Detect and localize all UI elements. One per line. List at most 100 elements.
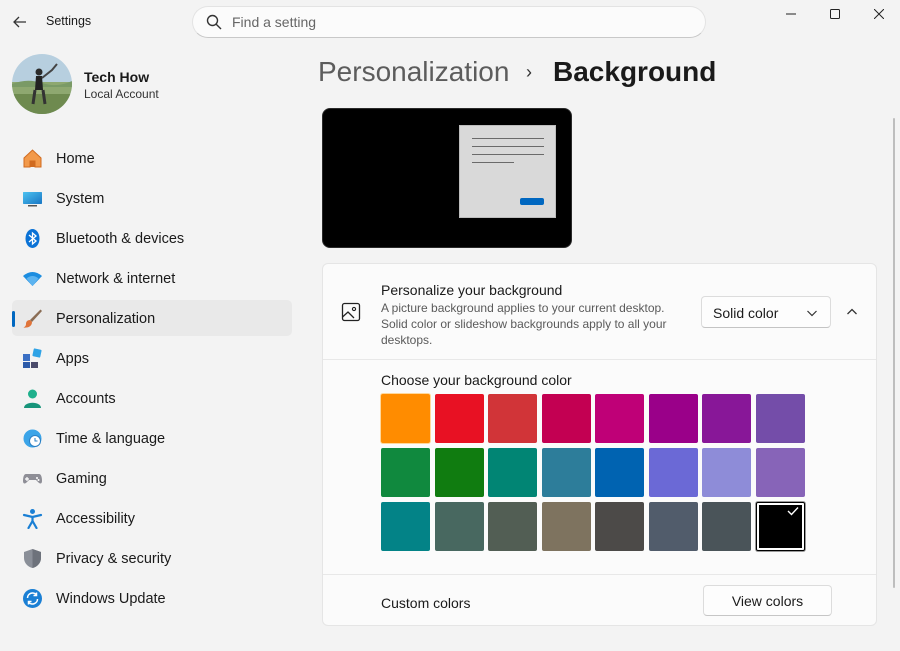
sidebar-item-accounts[interactable]: Accounts xyxy=(12,380,292,416)
color-swatch[interactable] xyxy=(541,502,591,551)
scrollbar[interactable] xyxy=(893,118,895,588)
sidebar-item-bluetooth[interactable]: Bluetooth & devices xyxy=(12,220,292,256)
preview-line xyxy=(472,146,544,147)
page-title: Background xyxy=(553,56,717,87)
color-swatch[interactable] xyxy=(595,394,644,443)
sidebar-item-personalization[interactable]: Personalization xyxy=(12,300,292,336)
breadcrumb-separator: › xyxy=(526,62,532,82)
collapse-button[interactable] xyxy=(839,300,865,324)
avatar[interactable] xyxy=(12,54,72,114)
bluetooth-icon xyxy=(25,229,40,248)
color-swatch[interactable] xyxy=(595,502,644,551)
picture-icon xyxy=(341,302,361,322)
color-swatch[interactable] xyxy=(434,502,484,551)
back-button[interactable] xyxy=(8,8,32,36)
title-bar: Settings xyxy=(0,0,900,44)
sidebar-item-label: Network & internet xyxy=(56,271,176,287)
color-swatch[interactable] xyxy=(381,394,430,443)
custom-colors-label: Custom colors xyxy=(381,595,471,611)
view-colors-button[interactable]: View colors xyxy=(703,585,832,616)
avatar-image xyxy=(12,54,72,114)
palette-title: Choose your background color xyxy=(381,372,572,388)
dropdown-value: Solid color xyxy=(713,305,779,321)
shield-icon xyxy=(24,549,41,568)
home-icon xyxy=(23,149,42,168)
custom-colors-row: Custom colors View colors xyxy=(323,574,876,625)
minimize-button[interactable] xyxy=(768,0,814,28)
personalize-background-row[interactable]: Personalize your background A picture ba… xyxy=(323,264,876,360)
color-swatch[interactable] xyxy=(755,502,805,551)
sidebar-item-system[interactable]: System xyxy=(12,180,292,216)
search-input[interactable] xyxy=(232,14,672,30)
color-swatch[interactable] xyxy=(648,502,698,551)
color-swatch[interactable] xyxy=(541,448,591,497)
color-swatch[interactable] xyxy=(381,448,430,497)
preview-line xyxy=(472,138,544,139)
sidebar-item-label: Time & language xyxy=(56,431,166,447)
arrow-left-icon xyxy=(13,16,26,28)
sidebar-item-apps[interactable]: Apps xyxy=(12,340,292,376)
sidebar-item-windows-update[interactable]: Windows Update xyxy=(12,580,292,616)
wifi-icon xyxy=(23,272,42,286)
gamepad-icon xyxy=(23,474,42,484)
sidebar-item-gaming[interactable]: Gaming xyxy=(12,460,292,496)
globe-clock-icon xyxy=(23,429,42,448)
color-swatch[interactable] xyxy=(702,394,751,443)
preview-window xyxy=(459,125,556,218)
background-settings-card: Personalize your background A picture ba… xyxy=(322,263,877,626)
maximize-button[interactable] xyxy=(812,0,858,28)
preview-line xyxy=(472,162,514,163)
background-type-dropdown[interactable]: Solid color xyxy=(701,296,831,328)
close-button[interactable] xyxy=(856,0,900,28)
brush-icon xyxy=(23,309,42,328)
search-box[interactable] xyxy=(192,6,706,38)
sidebar-item-label: Home xyxy=(56,151,95,167)
color-swatch[interactable] xyxy=(702,448,751,497)
breadcrumb-parent[interactable]: Personalization xyxy=(318,56,509,88)
color-swatch[interactable] xyxy=(488,502,537,551)
color-swatch[interactable] xyxy=(434,394,484,443)
color-swatch[interactable] xyxy=(648,394,698,443)
app-title: Settings xyxy=(46,14,92,28)
search-icon xyxy=(206,14,222,30)
sidebar-item-accessibility[interactable]: Accessibility xyxy=(12,500,292,536)
preview-line xyxy=(472,154,544,155)
preview-button xyxy=(520,198,544,205)
color-swatch[interactable] xyxy=(434,448,484,497)
background-setting-description: A picture background applies to your cur… xyxy=(381,301,667,347)
sidebar-item-time-language[interactable]: Time & language xyxy=(12,420,292,456)
sidebar-item-label: Privacy & security xyxy=(56,551,172,567)
sidebar-item-network[interactable]: Network & internet xyxy=(12,260,292,296)
account-type: Local Account xyxy=(84,87,159,101)
color-swatch[interactable] xyxy=(648,448,698,497)
color-swatch[interactable] xyxy=(541,394,591,443)
color-swatch[interactable] xyxy=(702,502,751,551)
sidebar-item-label: Windows Update xyxy=(56,591,166,607)
chevron-down-icon xyxy=(807,310,817,317)
sidebar-item-label: Personalization xyxy=(56,311,156,327)
sidebar-item-home[interactable]: Home xyxy=(12,140,292,176)
system-display-icon xyxy=(23,192,42,207)
desktop-preview xyxy=(322,108,572,248)
background-setting-title: Personalize your background xyxy=(381,282,563,298)
user-name: Tech How xyxy=(84,69,150,85)
color-swatch[interactable] xyxy=(755,394,805,443)
sidebar-nav: Home System Bluetooth & devices Network … xyxy=(12,140,292,620)
sidebar-item-label: Gaming xyxy=(56,471,107,487)
apps-icon xyxy=(23,348,42,368)
close-icon xyxy=(874,9,884,19)
person-icon xyxy=(24,389,41,408)
sidebar-item-label: Apps xyxy=(56,351,90,367)
maximize-icon xyxy=(830,9,840,19)
sidebar-item-privacy[interactable]: Privacy & security xyxy=(12,540,292,576)
sidebar-item-label: System xyxy=(56,191,105,207)
color-palette xyxy=(381,394,811,551)
update-icon xyxy=(23,589,42,608)
color-swatch[interactable] xyxy=(488,448,537,497)
color-swatch[interactable] xyxy=(755,448,805,497)
color-swatch[interactable] xyxy=(595,448,644,497)
color-swatch[interactable] xyxy=(381,502,430,551)
sidebar-item-label: Accessibility xyxy=(56,511,135,527)
color-swatch[interactable] xyxy=(488,394,537,443)
sidebar-item-label: Bluetooth & devices xyxy=(56,231,185,247)
